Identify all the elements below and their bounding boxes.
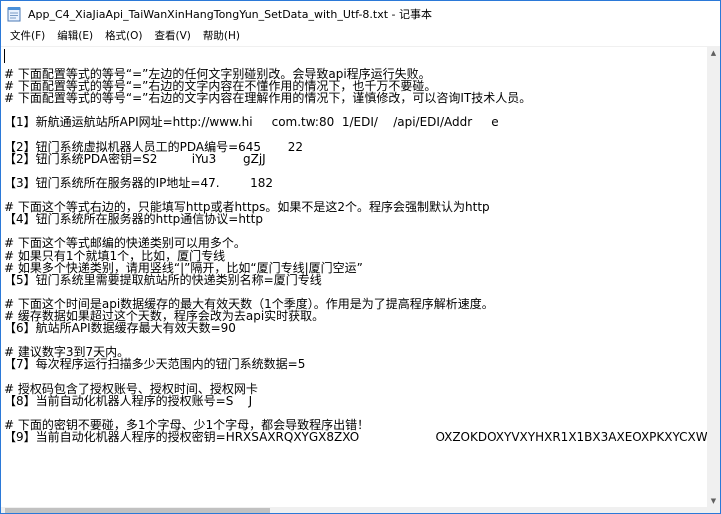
text-line: 【2】钮门系统PDA密钥=S2 iYu3 gZjJ [4,151,266,166]
text-line: 【1】新航通运航站所API网址=http://www.hi com.tw:80 … [4,115,499,130]
text-line: 【9】当前自动化机器人程序的授权密钥=HRXSAXRQXYGX8ZXO OXZO… [4,429,707,444]
horizontal-scrollbar[interactable] [1,507,707,513]
text-line: 【5】钮门系统里需要提取航站所的快递类别名称=厦门专线 [4,272,322,287]
text-line: # 如果只有1个就填1个，比如，厦门专线 [4,248,226,263]
menu-view[interactable]: 查看(V) [149,27,197,46]
text-line: 【6】航站所API数据缓存最大有效天数=90 [4,321,236,336]
vertical-scrollbar[interactable]: ▲ ▼ [707,46,720,507]
menu-file[interactable]: 文件(F) [4,27,51,46]
scrollbar-corner [707,507,720,513]
text-line [4,370,704,382]
menu-help[interactable]: 帮助(H) [197,27,246,46]
text-line: 【8】当前自动化机器人程序的授权账号=S J [4,393,253,408]
menu-bar: 文件(F) 编辑(E) 格式(O) 查看(V) 帮助(H) [1,27,720,46]
text-line: 【7】每次程序运行扫描多少天范围内的钮门系统数据=5 [4,357,306,372]
window-title: App_C4_XiaJiaApi_TaiWanXinHangTongYun_Se… [28,8,433,21]
text-line [4,407,704,419]
text-line: 【3】钮门系统所在服务器的IP地址=47. 182 [4,175,273,190]
menu-edit[interactable]: 编辑(E) [51,27,99,46]
text-line: # 授权码包含了授权账号、授权时间、授权网卡 [4,381,258,396]
scroll-up-arrow-icon[interactable]: ▲ [707,46,720,59]
scroll-down-arrow-icon[interactable]: ▼ [707,494,720,507]
text-editor-area[interactable]: # 下面配置等式的等号“=”左边的任何文字别碰别改。会导致api程序运行失败。 #… [1,46,707,507]
title-bar[interactable]: App_C4_XiaJiaApi_TaiWanXinHangTongYun_Se… [1,1,720,27]
text-line: # 如果多个快递类别，请用竖线“|”隔开，比如“厦门专线|厦门空运” [4,260,363,275]
text-line: 【2】钮门系统虚拟机器人员工的PDA编号=645 22 [4,139,304,154]
text-line: 【4】钮门系统所在服务器的http通信协议=http [4,212,263,227]
text-line [4,129,704,141]
notepad-icon [6,6,22,22]
text-content[interactable]: # 下面配置等式的等号“=”左边的任何文字别碰别改。会导致api程序运行失败。 #… [4,56,707,444]
text-line: # 下面这个等式邮编的快递类别可以用多个。 [4,236,246,251]
horizontal-scroll-thumb[interactable] [5,508,270,513]
menu-format[interactable]: 格式(O) [99,27,148,46]
text-line: # 下面配置等式的等号“=”右边的文字内容在理解作用的情况下，谨慎修改，可以咨询… [4,91,532,106]
notepad-window: App_C4_XiaJiaApi_TaiWanXinHangTongYun_Se… [0,0,721,514]
